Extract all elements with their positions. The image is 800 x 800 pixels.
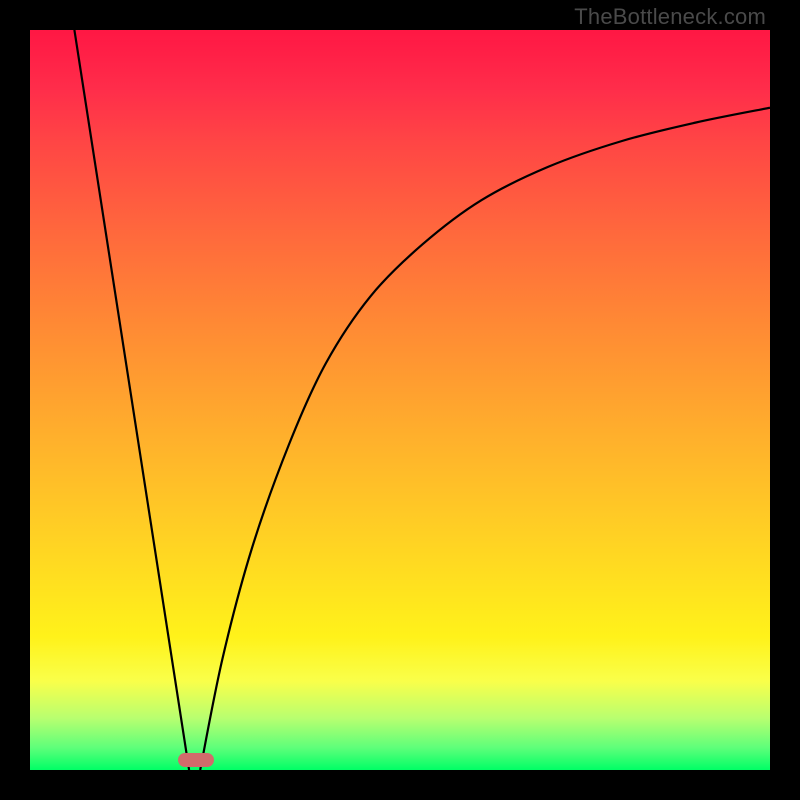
watermark-text: TheBottleneck.com	[574, 4, 766, 30]
plot-area	[30, 30, 770, 770]
curve-layer	[30, 30, 770, 770]
left-line	[74, 30, 189, 770]
min-marker	[178, 753, 214, 767]
right-curve	[200, 108, 770, 770]
chart-frame: TheBottleneck.com	[0, 0, 800, 800]
